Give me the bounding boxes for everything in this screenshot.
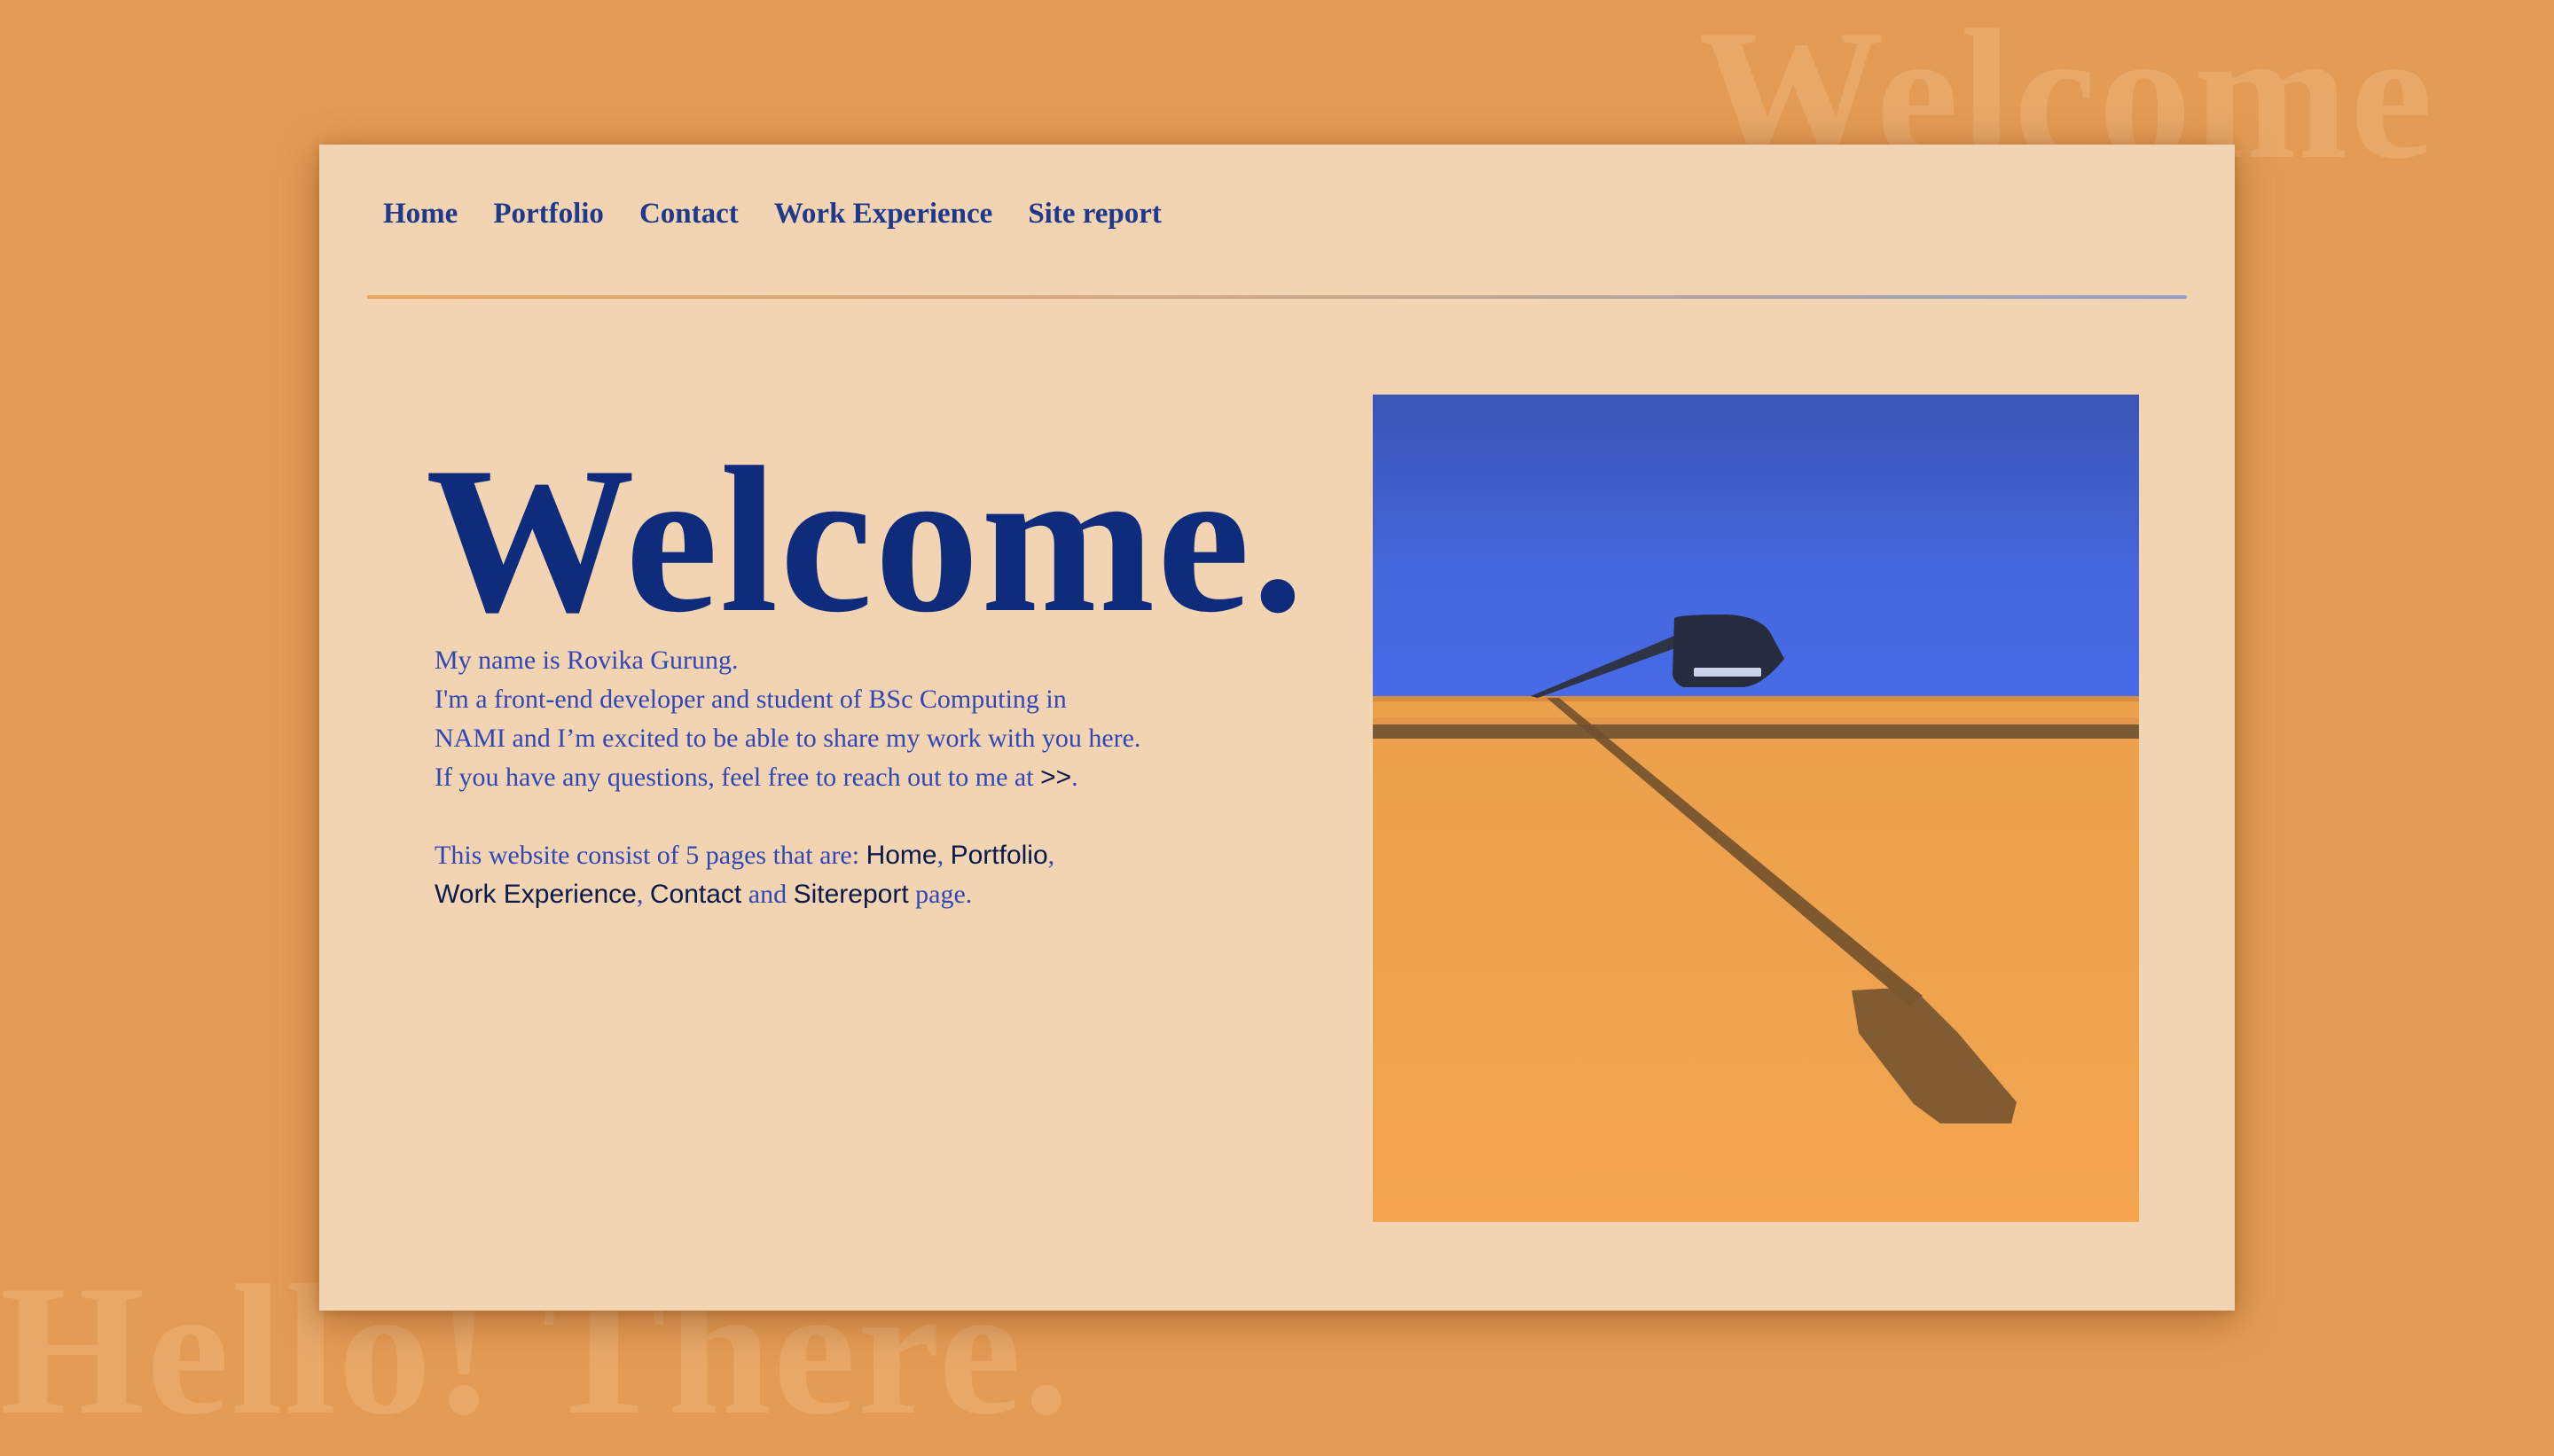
intro-text-block: My name is Rovika Gurung. I'm a front-en… xyxy=(435,641,1144,914)
intro-description: I'm a front-end developer and student of… xyxy=(435,685,1141,792)
inline-contact-link[interactable]: Contact xyxy=(650,880,741,909)
orange-wall xyxy=(1373,698,2139,1222)
wall-ledge-stripe xyxy=(1373,724,2139,739)
hero-title: Welcome. xyxy=(426,425,1306,656)
contact-arrows-link[interactable]: >> xyxy=(1040,763,1071,792)
inline-sitereport-link[interactable]: Sitereport xyxy=(794,880,909,909)
top-nav: Home Portfolio Contact Work Experience S… xyxy=(383,198,1162,231)
separator-comma: , xyxy=(1047,841,1055,870)
nav-home-link[interactable]: Home xyxy=(383,198,458,231)
intro-paragraph: My name is Rovika Gurung. I'm a front-en… xyxy=(435,641,1144,797)
separator-comma: , xyxy=(636,880,650,909)
intro-period: . xyxy=(1071,763,1078,792)
main-card: Home Portfolio Contact Work Experience S… xyxy=(319,145,2235,1311)
wall-ledge-highlight xyxy=(1373,717,2139,724)
inline-portfolio-link[interactable]: Portfolio xyxy=(951,841,1048,870)
nav-site-report-link[interactable]: Site report xyxy=(1028,198,1162,231)
lamp-light-panel xyxy=(1694,668,1761,677)
intro-name-line: My name is Rovika Gurung. xyxy=(435,646,739,675)
separator-comma: , xyxy=(936,841,951,870)
nav-portfolio-link[interactable]: Portfolio xyxy=(493,198,604,231)
nav-work-experience-link[interactable]: Work Experience xyxy=(774,198,993,231)
inline-work-experience-link[interactable]: Work Experience xyxy=(435,880,637,909)
pages-outro-text: page. xyxy=(908,880,973,909)
pages-intro-text: This website consist of 5 pages that are… xyxy=(435,841,866,870)
nav-contact-link[interactable]: Contact xyxy=(639,198,739,231)
street-lamp-photo xyxy=(1373,395,2139,1222)
inline-home-link[interactable]: Home xyxy=(866,841,937,870)
wall-top-edge xyxy=(1373,696,2139,701)
pages-paragraph: This website consist of 5 pages that are… xyxy=(435,836,1144,914)
separator-and: and xyxy=(741,880,794,909)
nav-divider xyxy=(367,295,2187,299)
